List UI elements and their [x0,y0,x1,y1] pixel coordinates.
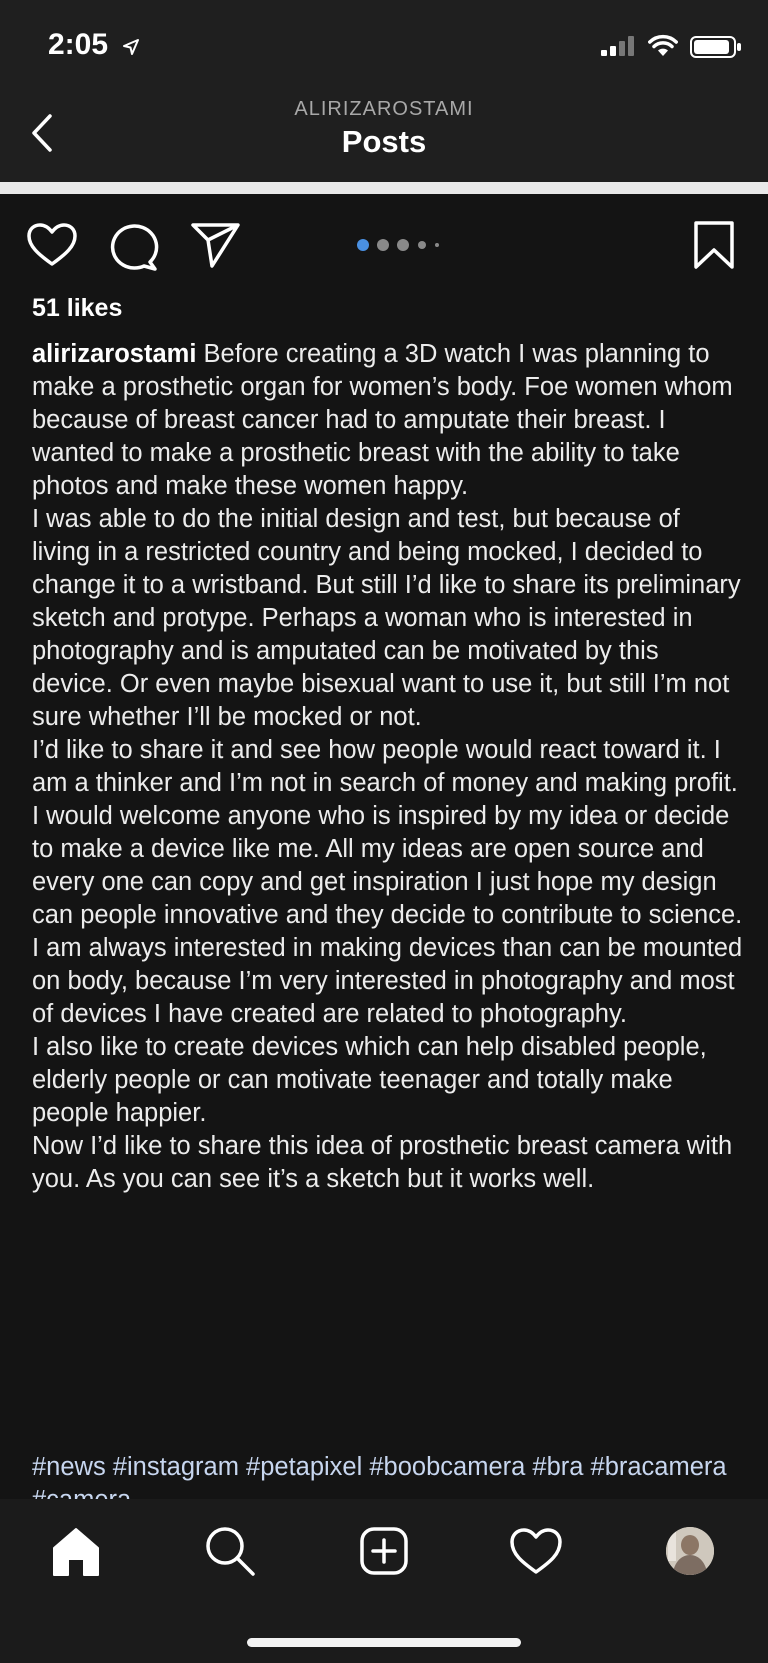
battery-icon [690,36,741,58]
profile-avatar[interactable] [660,1521,720,1581]
heart-icon[interactable] [26,222,78,268]
header-username: ALIRIZAROSTAMI [294,98,474,120]
caption-username[interactable]: alirizarostami [32,340,196,368]
caption-paragraph: I’d like to share it and see how people … [32,736,743,929]
status-bar: 2:05 [0,0,768,90]
caption-paragraph: I also like to create devices which can … [32,1033,707,1127]
caption-paragraph: I am always interested in making devices… [32,934,743,1028]
nav-header: ALIRIZAROSTAMI Posts [0,90,768,182]
media-bottom-edge [0,182,768,194]
location-arrow-icon [123,39,139,55]
comment-icon[interactable] [108,222,160,272]
page-title: Posts [341,124,427,159]
caption-paragraph: Now I’d like to share this idea of prost… [32,1132,733,1193]
carousel-dot [397,239,409,251]
wifi-icon [648,34,678,56]
likes-count[interactable]: 51 likes [32,294,122,323]
home-icon[interactable] [46,1521,106,1581]
carousel-dot-active [357,239,369,251]
activity-heart-icon[interactable] [506,1521,566,1581]
cellular-signal-icon [601,36,634,56]
home-indicator [247,1638,521,1647]
status-time: 2:05 [48,28,109,61]
caption-paragraph: I was able to do the initial design and … [32,505,741,731]
caption-paragraph: alirizarostami Before creating a 3D watc… [32,338,744,503]
new-post-icon[interactable] [354,1521,414,1581]
hashtag-links[interactable]: #news #instagram #petapixel #boobcamera … [32,1451,744,1499]
carousel-dot [435,243,439,247]
bookmark-icon[interactable] [692,220,736,270]
search-icon[interactable] [200,1521,260,1581]
carousel-dot [418,241,426,249]
carousel-dot [377,239,389,251]
share-paper-plane-icon[interactable] [190,220,242,270]
post-caption: alirizarostami Before creating a 3D watc… [32,338,744,1196]
